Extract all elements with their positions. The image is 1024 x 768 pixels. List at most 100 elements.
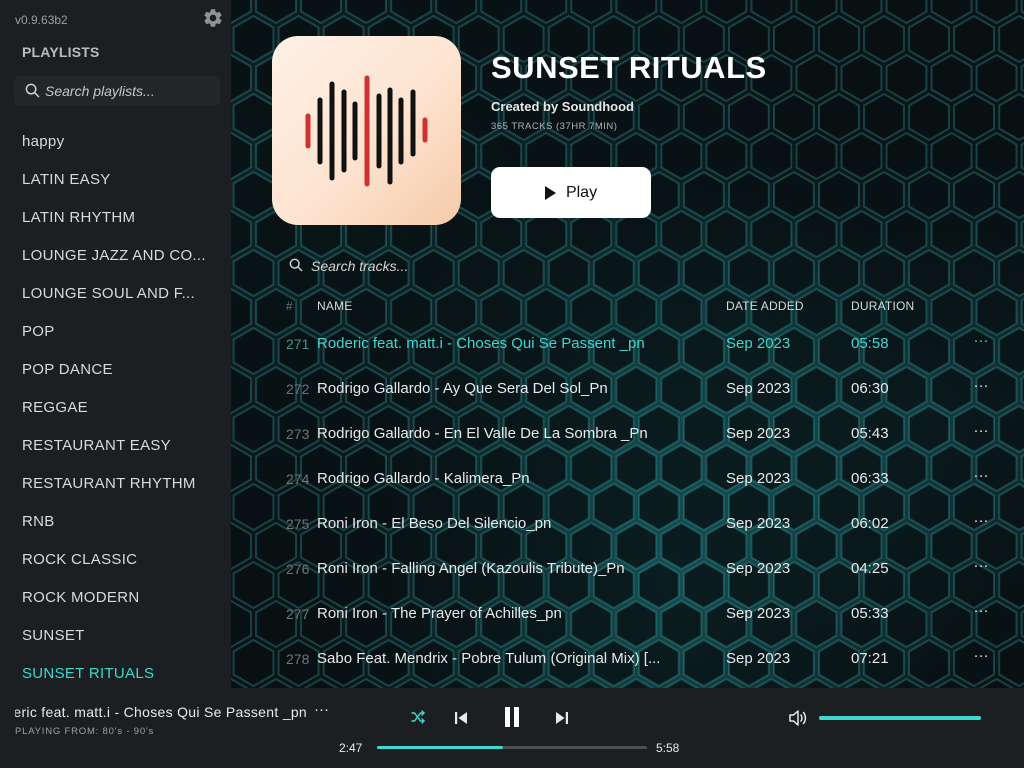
sidebar-playlist-item[interactable]: SUNSET RITUALS: [0, 655, 212, 688]
track-name: Roni Iron - The Prayer of Achilles_pn: [317, 605, 562, 622]
search-icon: [289, 258, 303, 277]
sidebar-playlist-item[interactable]: happy: [0, 123, 212, 161]
playlist-track-count: 365 TRACKS (37HR 7MIN): [491, 121, 618, 132]
playlist-list: happy LATIN EASY LATIN RHYTHM LOUNGE JAZZ A…: [0, 123, 231, 688]
track-more-button[interactable]: ···: [971, 557, 991, 574]
playlist-title: SUNSET RITUALS: [491, 50, 767, 85]
search-icon: [25, 83, 40, 103]
now-playing-title: Roderic feat. matt.i - Choses Qui Se Pas…: [15, 704, 307, 720]
track-row[interactable]: 278 Sabo Feat. Mendrix - Pobre Tulum (Ori…: [231, 636, 1024, 681]
track-more-button[interactable]: ···: [971, 422, 991, 439]
track-name: Roni Iron - El Beso Del Silencio_pn: [317, 515, 552, 532]
track-name: Sabo Feat. Mendrix - Pobre Tulum (Origin…: [317, 650, 661, 667]
track-number: 277: [286, 606, 310, 622]
track-search-input[interactable]: [311, 254, 591, 278]
track-row[interactable]: 277 Roni Iron - The Prayer of Achilles_pn…: [231, 591, 1024, 636]
track-more-button[interactable]: ···: [971, 467, 991, 484]
sidebar-playlist-item[interactable]: ROCK CLASSIC: [0, 541, 212, 579]
app-version: v0.9.63b2: [15, 13, 68, 27]
sidebar-playlist-item[interactable]: RESTAURANT EASY: [0, 427, 212, 465]
play-button-label: Play: [565, 183, 598, 201]
track-duration: 06:02: [851, 515, 889, 532]
previous-track-icon[interactable]: [453, 710, 469, 731]
playlist-view: SUNSET RITUALS Created by Soundhood 365 …: [231, 0, 1024, 688]
sidebar-playlist-item[interactable]: LATIN EASY: [0, 161, 212, 199]
track-duration: 04:25: [851, 560, 889, 577]
track-duration: 07:21: [851, 650, 889, 667]
playlist-creator: Created by Soundhood: [491, 99, 634, 114]
track-search-box[interactable]: [289, 254, 609, 278]
track-number: 272: [286, 381, 310, 397]
column-header-name[interactable]: NAME: [317, 299, 352, 313]
playlist-cover: [272, 36, 461, 225]
track-number: 274: [286, 471, 310, 487]
column-header-date-added[interactable]: DATE ADDED: [726, 299, 804, 313]
track-date-added: Sep 2023: [726, 470, 791, 487]
track-more-button[interactable]: ···: [971, 512, 991, 529]
track-duration: 05:43: [851, 425, 889, 442]
playlist-search-box[interactable]: [14, 76, 220, 106]
playlist-search-input[interactable]: [45, 76, 215, 106]
track-date-added: Sep 2023: [726, 560, 791, 577]
track-more-button[interactable]: ···: [971, 332, 991, 349]
app-window: v0.9.63b2 PLAYLISTS happyLATIN EASYLATIN…: [0, 0, 1024, 768]
gear-icon[interactable]: [202, 7, 224, 29]
track-duration: 06:30: [851, 380, 889, 397]
track-row[interactable]: 274 Rodrigo Gallardo - Kalimera_Pn Sep 202…: [231, 456, 1024, 501]
play-button[interactable]: Play: [491, 167, 651, 218]
progress-fill: [377, 746, 503, 749]
sidebar-playlist-item[interactable]: ROCK MODERN: [0, 579, 212, 617]
track-number: 271: [286, 336, 310, 352]
player-bar: Roderic feat. matt.i - Choses Qui Se Pas…: [0, 688, 1024, 768]
track-row[interactable]: 276 Roni Iron - Falling Angel (Kazoulis T…: [231, 546, 1024, 591]
track-date-added: Sep 2023: [726, 335, 791, 352]
track-date-added: Sep 2023: [726, 425, 791, 442]
track-row[interactable]: 275 Roni Iron - El Beso Del Silencio_pn Se…: [231, 501, 1024, 546]
play-icon: [544, 185, 556, 200]
track-more-button[interactable]: ···: [971, 647, 991, 664]
volume-fill: [819, 716, 981, 720]
track-number: 273: [286, 426, 310, 442]
sidebar-playlist-item[interactable]: LOUNGE SOUL AND F...: [0, 275, 212, 313]
track-more-button[interactable]: ···: [971, 377, 991, 394]
sidebar-playlist-item[interactable]: POP: [0, 313, 212, 351]
track-name: Rodrigo Gallardo - Ay Que Sera Del Sol_P…: [317, 380, 608, 397]
track-duration: 05:58: [851, 335, 889, 352]
soundwave-logo-icon: [305, 75, 428, 187]
sidebar: v0.9.63b2 PLAYLISTS happyLATIN EASYLATIN…: [0, 0, 231, 688]
track-row[interactable]: 272 Rodrigo Gallardo - Ay Que Sera Del So…: [231, 366, 1024, 411]
track-more-button[interactable]: ···: [971, 602, 991, 619]
sidebar-playlist-item[interactable]: LATIN RHYTHM: [0, 199, 212, 237]
track-date-added: Sep 2023: [726, 515, 791, 532]
sidebar-playlist-item[interactable]: REGGAE: [0, 389, 212, 427]
now-playing-more-button[interactable]: ···: [314, 701, 329, 718]
progress-bar[interactable]: [377, 746, 647, 749]
sidebar-playlist-item[interactable]: POP DANCE: [0, 351, 212, 389]
track-list: 271 Roderic feat. matt.i - Choses Qui Se …: [231, 321, 1024, 681]
track-row[interactable]: 273 Rodrigo Gallardo - En El Valle De La …: [231, 411, 1024, 456]
now-playing-source: PLAYING FROM: 80's - 90's: [15, 726, 155, 737]
sidebar-playlist-item[interactable]: RNB: [0, 503, 212, 541]
next-track-icon[interactable]: [554, 710, 570, 731]
track-name: Roderic feat. matt.i - Choses Qui Se Pas…: [317, 335, 645, 352]
track-date-added: Sep 2023: [726, 605, 791, 622]
track-name: Roni Iron - Falling Angel (Kazoulis Trib…: [317, 560, 625, 577]
column-header-duration[interactable]: DURATION: [851, 299, 914, 313]
shuffle-icon[interactable]: [410, 709, 426, 730]
track-name: Rodrigo Gallardo - Kalimera_Pn: [317, 470, 530, 487]
column-header-number: #: [286, 299, 293, 313]
track-number: 275: [286, 516, 310, 532]
track-duration: 05:33: [851, 605, 889, 622]
volume-icon[interactable]: [788, 709, 808, 732]
sidebar-playlist-item[interactable]: RESTAURANT RHYTHM: [0, 465, 212, 503]
volume-slider[interactable]: [819, 716, 981, 720]
track-number: 278: [286, 651, 310, 667]
track-date-added: Sep 2023: [726, 380, 791, 397]
sidebar-playlist-item[interactable]: LOUNGE JAZZ AND CO...: [0, 237, 212, 275]
time-current: 2:47: [339, 741, 363, 755]
pause-icon[interactable]: [503, 706, 521, 733]
track-date-added: Sep 2023: [726, 650, 791, 667]
sidebar-playlist-item[interactable]: SUNSET: [0, 617, 212, 655]
track-row[interactable]: 271 Roderic feat. matt.i - Choses Qui Se …: [231, 321, 1024, 366]
track-duration: 06:33: [851, 470, 889, 487]
